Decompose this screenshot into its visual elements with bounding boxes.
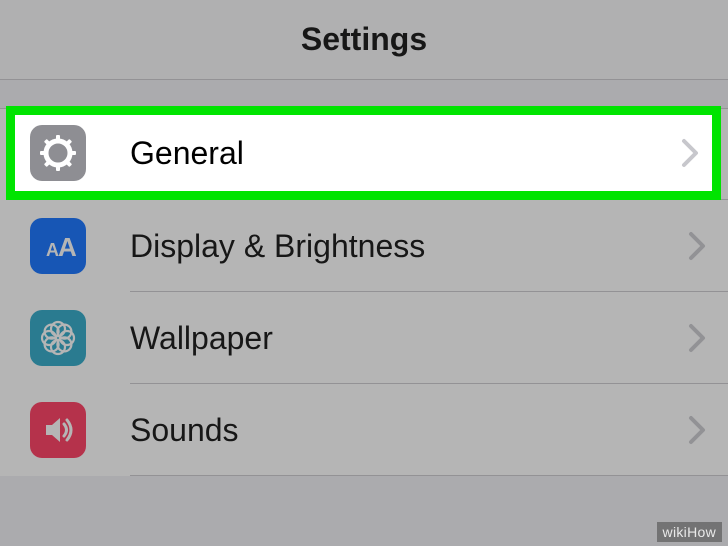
svg-text:A: A [58, 232, 77, 262]
speaker-icon [30, 402, 86, 458]
gear-icon [30, 125, 86, 181]
chevron-right-icon [688, 231, 706, 261]
flower-icon [30, 310, 86, 366]
settings-row-sounds[interactable]: Sounds [0, 384, 728, 476]
watermark: wikiHow [657, 522, 722, 542]
page-title: Settings [301, 21, 427, 58]
highlight-row-label: General [130, 135, 681, 172]
highlight-row-bg: General [6, 106, 721, 200]
row-label-sounds: Sounds [130, 412, 688, 449]
settings-row-wallpaper[interactable]: Wallpaper [0, 292, 728, 384]
chevron-right-icon [681, 138, 699, 168]
settings-header: Settings [0, 0, 728, 80]
row-label-wallpaper: Wallpaper [130, 320, 688, 357]
text-size-icon: A A [30, 218, 86, 274]
settings-row-display[interactable]: A A Display & Brightness [0, 200, 728, 292]
row-label-display: Display & Brightness [130, 228, 688, 265]
chevron-right-icon [688, 323, 706, 353]
chevron-right-icon [688, 415, 706, 445]
section-spacer [0, 80, 728, 108]
